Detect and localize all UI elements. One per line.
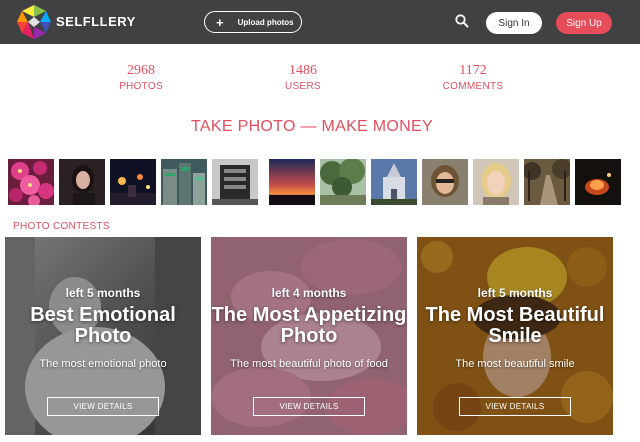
thumbnail-sunset-sky[interactable] [269, 159, 315, 205]
thumbnail-night-fire[interactable] [575, 159, 621, 205]
search-icon[interactable] [455, 14, 469, 28]
stat-photos-count: 2968 [127, 63, 155, 78]
stat-users-count: 1486 [289, 63, 317, 78]
thumbnail-bw-machine[interactable] [212, 159, 258, 205]
thumbnail-city-buildings[interactable] [161, 159, 207, 205]
upload-photos-button[interactable]: + Upload photos [204, 11, 302, 33]
plus-icon: + [216, 14, 224, 30]
view-details-button[interactable]: VIEW DETAILS [47, 397, 159, 416]
view-details-button[interactable]: VIEW DETAILS [253, 397, 365, 416]
view-details-button[interactable]: VIEW DETAILS [459, 397, 571, 416]
thumbnail-blonde-girl[interactable] [473, 159, 519, 205]
thumbnail-forest-trees[interactable] [320, 159, 366, 205]
contest-card-smile[interactable]: left 5 months The Most Beautiful Smile T… [417, 237, 613, 435]
contest-subtitle: The most beautiful photo of food [230, 358, 388, 370]
upload-label: Upload photos [237, 17, 294, 27]
thumbnail-church-building[interactable] [371, 159, 417, 205]
stat-users: 1486 USERS [253, 63, 353, 92]
contest-subtitle: The most beautiful smile [455, 358, 575, 370]
contest-title[interactable]: The Most Appetizing Photo [211, 305, 407, 347]
thumbnail-woman-portrait[interactable] [59, 159, 105, 205]
contest-title[interactable]: The Most Beautiful Smile [417, 305, 613, 347]
selfllery-logo-icon[interactable] [16, 4, 52, 40]
thumbnail-woman-selfie-car[interactable] [422, 159, 468, 205]
sign-up-button[interactable]: Sign Up [556, 12, 612, 34]
stat-photos-label: PHOTOS [119, 81, 163, 92]
contest-title[interactable]: Best Emotional Photo [5, 305, 201, 347]
stat-comments-label: COMMENTS [442, 81, 504, 92]
photo-contests-heading: PHOTO CONTESTS [13, 221, 110, 232]
brand-name[interactable]: SELFLLERY [56, 14, 136, 29]
contest-card-emotional[interactable]: left 5 months Best Emotional Photo The m… [5, 237, 201, 435]
stat-comments-count: 1172 [459, 63, 487, 78]
contest-time-left: left 5 months [477, 286, 553, 300]
sign-in-button[interactable]: Sign In [486, 12, 542, 34]
stat-comments: 1172 COMMENTS [423, 63, 523, 92]
thumbnail-night-street[interactable] [110, 159, 156, 205]
contest-time-left: left 4 months [271, 286, 347, 300]
thumbnail-autumn-path[interactable] [524, 159, 570, 205]
tagline: TAKE PHOTO — MAKE MONEY [191, 118, 433, 135]
contest-subtitle: The most emotional photo [39, 358, 167, 370]
thumbnail-pink-flowers[interactable] [8, 159, 54, 205]
top-navbar: SELFLLERY + Upload photos Sign In Sign U… [0, 0, 640, 44]
stat-photos: 2968 PHOTOS [91, 63, 191, 92]
contest-time-left: left 5 months [65, 286, 141, 300]
stat-users-label: USERS [285, 81, 321, 92]
contest-card-appetizing[interactable]: left 4 months The Most Appetizing Photo … [211, 237, 407, 435]
